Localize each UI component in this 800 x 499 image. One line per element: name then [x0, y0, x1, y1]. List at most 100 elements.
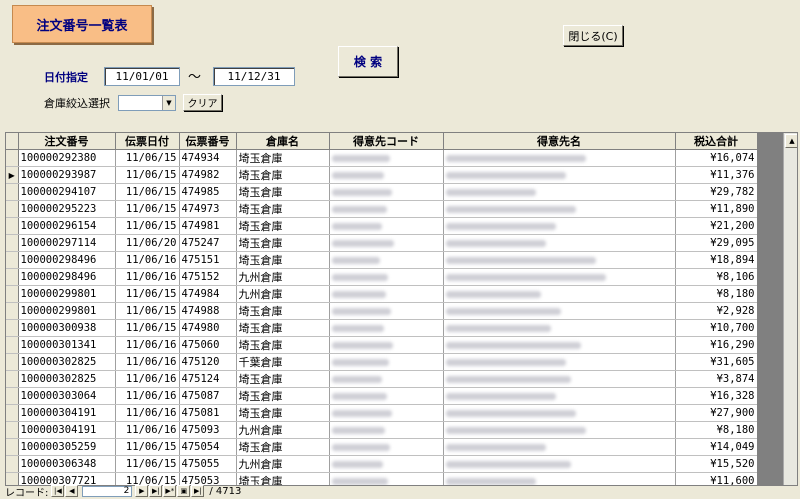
cell-warehouse[interactable]: 埼玉倉庫: [236, 302, 330, 320]
cell-slip-no[interactable]: 475151: [179, 251, 237, 269]
record-selector[interactable]: [6, 217, 19, 235]
cell-warehouse[interactable]: 九州倉庫: [236, 455, 330, 473]
cell-warehouse[interactable]: 埼玉倉庫: [236, 404, 330, 422]
cell-slip-no[interactable]: 474934: [179, 149, 237, 167]
table-row[interactable]: 100000306348 11/06/15 475055 九州倉庫 ¥15,520: [6, 455, 758, 473]
cell-customer-code[interactable]: [329, 472, 444, 485]
cell-warehouse[interactable]: 埼玉倉庫: [236, 149, 330, 167]
table-row[interactable]: 100000297114 11/06/20 475247 埼玉倉庫 ¥29,095: [6, 234, 758, 252]
record-selector[interactable]: [6, 149, 19, 167]
cell-total[interactable]: ¥11,600: [675, 472, 758, 485]
cell-order-no[interactable]: 100000305259: [18, 438, 116, 456]
cell-customer-code[interactable]: [329, 149, 444, 167]
cell-slip-date[interactable]: 11/06/15: [115, 438, 180, 456]
cell-slip-no[interactable]: 475055: [179, 455, 237, 473]
new-record-icon[interactable]: ▶*: [163, 485, 177, 497]
cell-customer-name[interactable]: [443, 268, 676, 286]
vertical-scrollbar[interactable]: ▲: [783, 133, 797, 485]
record-number-field[interactable]: 2: [82, 485, 133, 497]
cell-slip-date[interactable]: 11/06/16: [115, 387, 180, 405]
cell-total[interactable]: ¥16,290: [675, 336, 758, 354]
cell-total[interactable]: ¥29,782: [675, 183, 758, 201]
cell-order-no[interactable]: 100000296154: [18, 217, 116, 235]
cell-customer-code[interactable]: [329, 421, 444, 439]
cell-order-no[interactable]: 100000300938: [18, 319, 116, 337]
cell-total[interactable]: ¥21,200: [675, 217, 758, 235]
cell-slip-no[interactable]: 474981: [179, 217, 237, 235]
cell-customer-name[interactable]: [443, 149, 676, 167]
scroll-up-icon[interactable]: ▲: [785, 134, 797, 148]
cell-customer-name[interactable]: [443, 319, 676, 337]
table-row[interactable]: 100000300938 11/06/15 474980 埼玉倉庫 ¥10,700: [6, 319, 758, 337]
table-row[interactable]: 100000307721 11/06/15 475053 埼玉倉庫 ¥11,600: [6, 472, 758, 485]
cell-customer-code[interactable]: [329, 319, 444, 337]
cell-slip-date[interactable]: 11/06/16: [115, 336, 180, 354]
cell-customer-code[interactable]: [329, 217, 444, 235]
column-header-customer-code[interactable]: 得意先コード: [329, 133, 444, 150]
cell-customer-name[interactable]: [443, 200, 676, 218]
record-selector[interactable]: [6, 421, 19, 439]
cell-warehouse[interactable]: 埼玉倉庫: [236, 336, 330, 354]
cell-warehouse[interactable]: 千葉倉庫: [236, 353, 330, 371]
cell-slip-no[interactable]: 475053: [179, 472, 237, 485]
cell-customer-code[interactable]: [329, 200, 444, 218]
column-header-slip-no[interactable]: 伝票番号: [179, 133, 237, 150]
record-selector[interactable]: [6, 302, 19, 320]
cell-slip-date[interactable]: 11/06/16: [115, 404, 180, 422]
table-row[interactable]: 100000303064 11/06/16 475087 埼玉倉庫 ¥16,328: [6, 387, 758, 405]
cell-total[interactable]: ¥2,928: [675, 302, 758, 320]
cell-warehouse[interactable]: 九州倉庫: [236, 421, 330, 439]
record-selector[interactable]: [6, 353, 19, 371]
date-to-field[interactable]: 11/12/31: [213, 67, 295, 86]
cell-customer-name[interactable]: [443, 421, 676, 439]
cell-customer-code[interactable]: [329, 285, 444, 303]
cell-slip-date[interactable]: 11/06/16: [115, 251, 180, 269]
record-selector[interactable]: [6, 387, 19, 405]
clear-button[interactable]: クリア: [183, 94, 222, 111]
table-row[interactable]: 100000301341 11/06/16 475060 埼玉倉庫 ¥16,290: [6, 336, 758, 354]
cell-customer-name[interactable]: [443, 404, 676, 422]
record-selector[interactable]: [6, 370, 19, 388]
cell-warehouse[interactable]: 埼玉倉庫: [236, 183, 330, 201]
cell-slip-date[interactable]: 11/06/16: [115, 421, 180, 439]
column-header-order-no[interactable]: 注文番号: [18, 133, 116, 150]
cell-slip-no[interactable]: 475247: [179, 234, 237, 252]
record-selector[interactable]: [6, 319, 19, 337]
cell-customer-name[interactable]: [443, 302, 676, 320]
table-row[interactable]: 100000304191 11/06/16 475081 埼玉倉庫 ¥27,900: [6, 404, 758, 422]
cell-slip-no[interactable]: 474973: [179, 200, 237, 218]
column-header-total[interactable]: 税込合計: [675, 133, 758, 150]
record-selector[interactable]: [6, 251, 19, 269]
cell-total[interactable]: ¥31,605: [675, 353, 758, 371]
cell-warehouse[interactable]: 埼玉倉庫: [236, 370, 330, 388]
record-selector[interactable]: [6, 183, 19, 201]
cell-order-no[interactable]: 100000301341: [18, 336, 116, 354]
cell-order-no[interactable]: 100000298496: [18, 268, 116, 286]
cell-total[interactable]: ¥16,328: [675, 387, 758, 405]
cell-order-no[interactable]: 100000292380: [18, 149, 116, 167]
last-record-icon[interactable]: ▶|: [149, 485, 163, 497]
cell-customer-code[interactable]: [329, 353, 444, 371]
cell-customer-name[interactable]: [443, 183, 676, 201]
cell-slip-no[interactable]: 475087: [179, 387, 237, 405]
cell-slip-date[interactable]: 11/06/15: [115, 319, 180, 337]
cell-customer-name[interactable]: [443, 455, 676, 473]
record-selector[interactable]: [6, 200, 19, 218]
cell-customer-name[interactable]: [443, 251, 676, 269]
cell-warehouse[interactable]: 埼玉倉庫: [236, 319, 330, 337]
table-row[interactable]: 100000304191 11/06/16 475093 九州倉庫 ¥8,180: [6, 421, 758, 439]
cell-total[interactable]: ¥8,180: [675, 421, 758, 439]
record-selector[interactable]: [6, 268, 19, 286]
cell-customer-code[interactable]: [329, 234, 444, 252]
cell-order-no[interactable]: 100000299801: [18, 302, 116, 320]
cell-slip-date[interactable]: 11/06/15: [115, 217, 180, 235]
cell-customer-code[interactable]: [329, 183, 444, 201]
cell-slip-no[interactable]: 475093: [179, 421, 237, 439]
cell-order-no[interactable]: 100000302825: [18, 370, 116, 388]
cell-order-no[interactable]: 100000306348: [18, 455, 116, 473]
cell-customer-name[interactable]: [443, 370, 676, 388]
date-from-field[interactable]: 11/01/01: [104, 67, 180, 86]
cell-customer-code[interactable]: [329, 251, 444, 269]
cell-order-no[interactable]: 100000297114: [18, 234, 116, 252]
cell-slip-no[interactable]: 475120: [179, 353, 237, 371]
